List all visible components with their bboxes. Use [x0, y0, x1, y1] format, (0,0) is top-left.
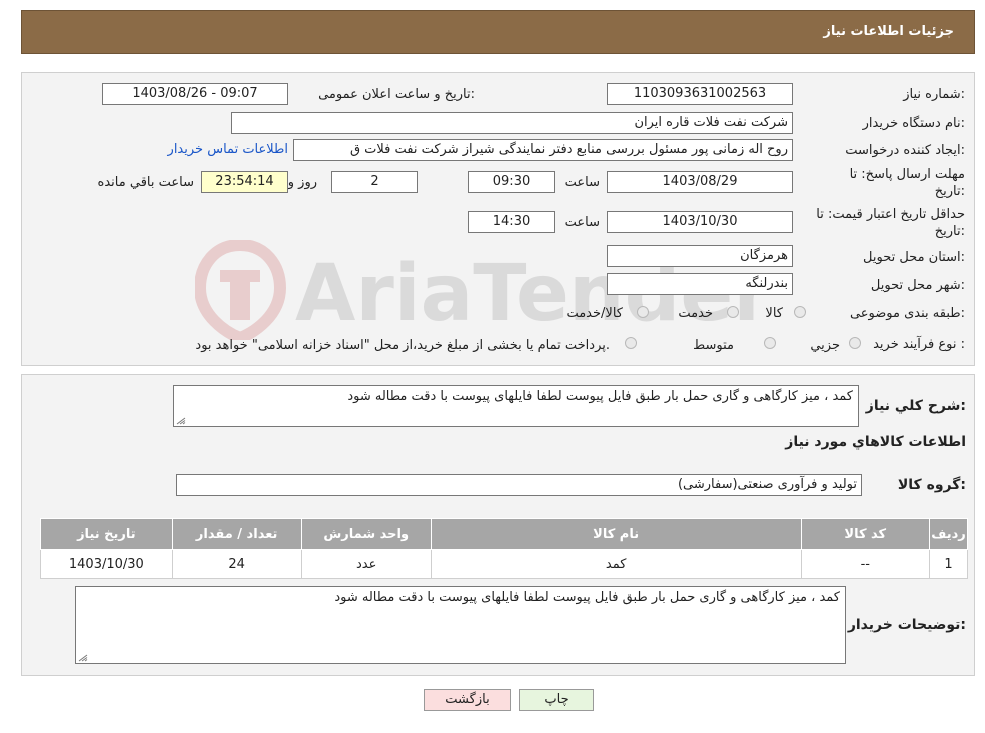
category-option-goods: کالا [765, 306, 783, 321]
process-label: نوع فرآیند خرید : [873, 337, 965, 352]
city-field[interactable]: بندرلنگه [607, 273, 793, 295]
deadline-time-field[interactable]: 09:30 [468, 171, 555, 193]
col-unit-header: واحد شمارش [300, 518, 432, 550]
need-number-field[interactable]: 1103093631002563 [607, 83, 793, 105]
category-radio-goods[interactable] [794, 306, 806, 318]
process-option-minor: جزیي [810, 338, 840, 353]
col-quantity-header: تعداد / مقدار [171, 518, 302, 550]
creator-label: ایجاد کننده درخواست: [845, 143, 965, 158]
validity-date-field[interactable]: 1403/10/30 [607, 211, 793, 233]
cell-name: کمد [430, 549, 802, 579]
remaining-label: ساعت باقي مانده [97, 175, 194, 190]
validity-label: حداقل تاريخ اعتبار قيمت: تا [816, 207, 965, 222]
buyer-notes-label: توضیحات خریدار: [847, 617, 966, 633]
cell-date: 1403/10/30 [40, 549, 173, 579]
summary-label: شرح کلي نياز: [865, 398, 966, 414]
category-option-service: خدمت [678, 306, 713, 321]
days-label: روز و [287, 175, 317, 190]
summary-text: کمد ، میز کارگاهی و گاری حمل بار طبق فای… [347, 389, 853, 404]
goods-info-title: اطلاعات کالاهاي مورد نياز [785, 434, 966, 450]
col-name-header: نام کالا [430, 518, 802, 550]
validity-time-field[interactable]: 14:30 [468, 211, 555, 233]
col-date-header: تاریخ نیاز [40, 518, 173, 550]
process-option-medium: متوسط [693, 338, 734, 353]
need-number-label: شماره نیاز: [903, 87, 965, 102]
page-title: جزئیات اطلاعات نیاز [823, 24, 954, 39]
table-header-row: ردیف کد کالا نام کالا واحد شمارش تعداد /… [40, 518, 968, 550]
deadline-label-date: تاریخ: [934, 184, 965, 199]
days-field[interactable]: 2 [331, 171, 418, 193]
city-label: شهر محل تحویل: [870, 278, 965, 293]
page-header: جزئیات اطلاعات نیاز [21, 10, 975, 54]
cell-quantity: 24 [171, 549, 302, 579]
process-radio-treasury[interactable] [625, 337, 637, 349]
buyer-org-label: نام دستگاه خریدار: [862, 116, 965, 131]
print-button[interactable]: چاپ [519, 689, 594, 711]
table-row: 1 -- کمد عدد 24 1403/10/30 [40, 549, 968, 579]
process-treasury-note: پرداخت تمام یا بخشی از مبلغ خرید،از محل … [195, 338, 610, 353]
cell-row: 1 [929, 549, 968, 579]
goods-group-label: گروه کالا: [897, 477, 966, 493]
creator-field[interactable]: روح اله زمانی پور مسئول بررسی منابع دفتر… [293, 139, 793, 161]
buyer-notes-textarea[interactable]: کمد ، میز کارگاهی و گاری حمل بار طبق فای… [75, 586, 846, 664]
deadline-time-label: ساعت [564, 175, 600, 190]
buyer-org-field[interactable]: شرکت نفت فلات قاره ایران [231, 112, 793, 134]
back-button[interactable]: بازگشت [424, 689, 511, 711]
resize-grip-icon[interactable] [176, 417, 186, 425]
announce-label: تاریخ و ساعت اعلان عمومی: [318, 87, 475, 102]
resize-grip-icon[interactable] [78, 654, 88, 662]
validity-label-date: تاريخ: [934, 224, 965, 239]
category-radio-service[interactable] [727, 306, 739, 318]
remaining-time-field: 23:54:14 [201, 171, 288, 193]
goods-group-field[interactable]: تولید و فرآوری صنعتی(سفارشی) [176, 474, 862, 496]
process-radio-medium[interactable] [764, 337, 776, 349]
announce-datetime-field[interactable]: 1403/08/26 - 09:07 [102, 83, 288, 105]
buyer-notes-text: کمد ، میز کارگاهی و گاری حمل بار طبق فای… [334, 590, 840, 605]
category-radio-goods-service[interactable] [637, 306, 649, 318]
province-label: استان محل تحویل: [863, 250, 965, 265]
cell-unit: عدد [300, 549, 432, 579]
deadline-date-field[interactable]: 1403/08/29 [607, 171, 793, 193]
col-code-header: کد کالا [800, 518, 931, 550]
process-radio-minor[interactable] [849, 337, 861, 349]
goods-table: ردیف کد کالا نام کالا واحد شمارش تعداد /… [40, 518, 968, 579]
col-row-header: ردیف [929, 518, 968, 550]
category-option-goods-service: کالا/خدمت [566, 306, 623, 321]
validity-time-label: ساعت [564, 215, 600, 230]
buyer-contact-link[interactable]: اطلاعات تماس خریدار [168, 142, 288, 157]
category-label: طبقه بندی موضوعی: [849, 306, 965, 321]
deadline-label: مهلت ارسال پاسخ: تا [849, 167, 965, 182]
cell-code: -- [800, 549, 931, 579]
province-field[interactable]: هرمزگان [607, 245, 793, 267]
summary-textarea[interactable]: کمد ، میز کارگاهی و گاری حمل بار طبق فای… [173, 385, 859, 427]
